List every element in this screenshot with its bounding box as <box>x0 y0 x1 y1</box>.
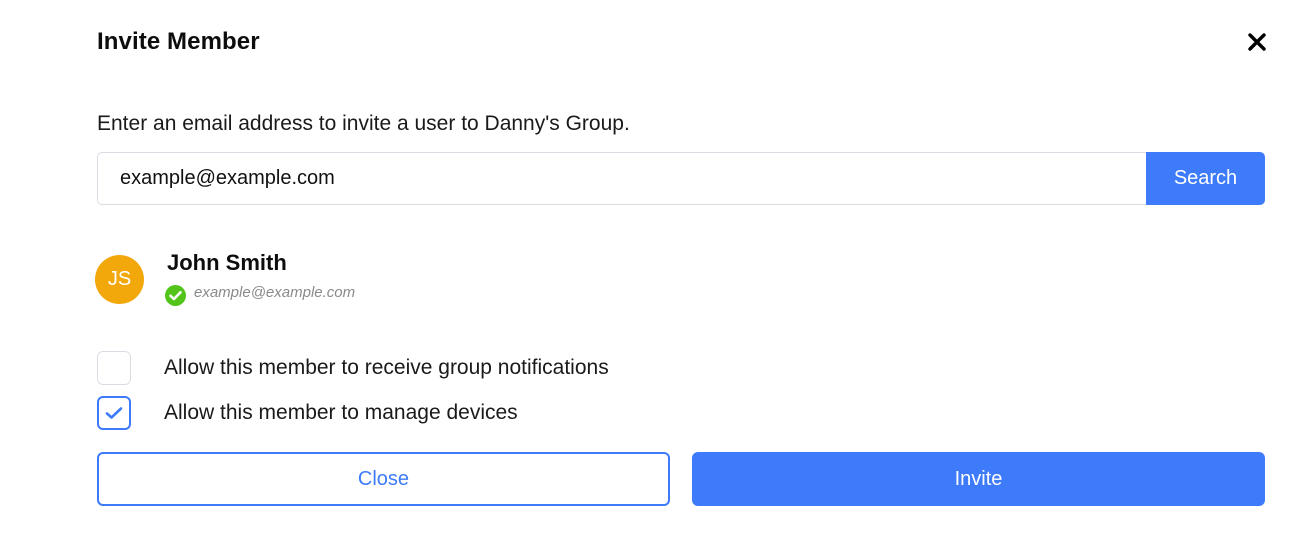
dialog-description: Enter an email address to invite a user … <box>97 112 630 135</box>
search-button[interactable]: Search <box>1146 152 1265 205</box>
close-button[interactable]: Close <box>97 452 670 506</box>
manage-devices-checkbox[interactable] <box>97 396 131 430</box>
checkmark-icon <box>105 407 123 419</box>
notifications-checkbox[interactable] <box>97 351 131 385</box>
invite-member-dialog: Invite Member Enter an email address to … <box>0 0 1303 544</box>
avatar: JS <box>95 255 144 304</box>
manage-devices-option: Allow this member to manage devices <box>97 396 518 430</box>
notifications-label: Allow this member to receive group notif… <box>164 356 609 379</box>
notifications-option: Allow this member to receive group notif… <box>97 351 609 385</box>
email-search-bar: Search <box>97 152 1265 205</box>
invite-button[interactable]: Invite <box>692 452 1265 506</box>
dialog-title: Invite Member <box>97 28 260 55</box>
check-circle-icon <box>165 285 186 306</box>
user-name: John Smith <box>167 250 287 275</box>
close-icon[interactable] <box>1243 28 1271 56</box>
manage-devices-label: Allow this member to manage devices <box>164 401 518 424</box>
email-input[interactable] <box>97 152 1146 205</box>
user-email: example@example.com <box>194 284 356 301</box>
